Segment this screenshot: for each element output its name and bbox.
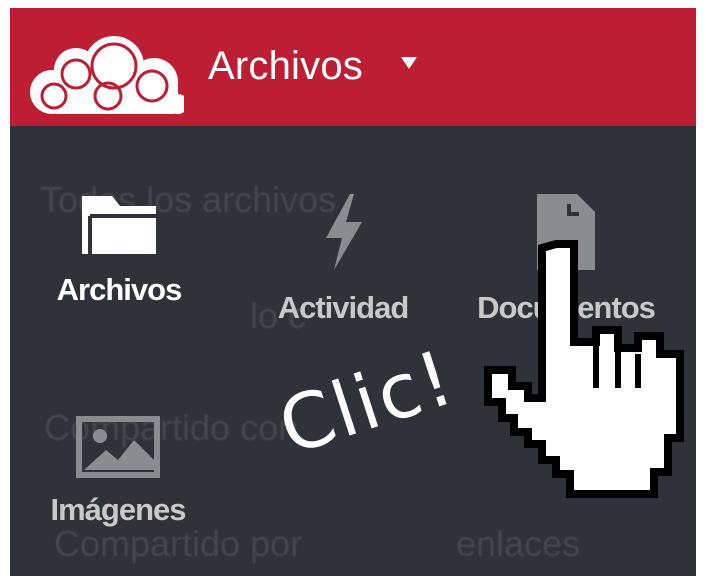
image-icon: [76, 416, 160, 478]
app-label: Archivos: [56, 272, 183, 307]
top-header: Archivos: [10, 8, 696, 126]
hand-pointer-icon: [484, 240, 684, 498]
app-label: Actividad: [277, 290, 410, 325]
app-item-imagenes[interactable]: Imágenes: [38, 416, 198, 528]
app-item-archivos[interactable]: Archivos: [40, 194, 198, 308]
caret-down-icon[interactable]: [400, 56, 418, 70]
lightning-icon: [326, 194, 362, 270]
app-item-actividad[interactable]: Actividad: [258, 192, 428, 326]
folder-icon: [82, 196, 156, 254]
background-sidebar-text: Compartido por: [54, 523, 303, 564]
owncloud-logo-icon[interactable]: [24, 26, 184, 118]
app-title[interactable]: Archivos: [208, 42, 363, 90]
background-sidebar-text: enlaces: [456, 523, 581, 564]
app-label: Imágenes: [50, 492, 186, 527]
